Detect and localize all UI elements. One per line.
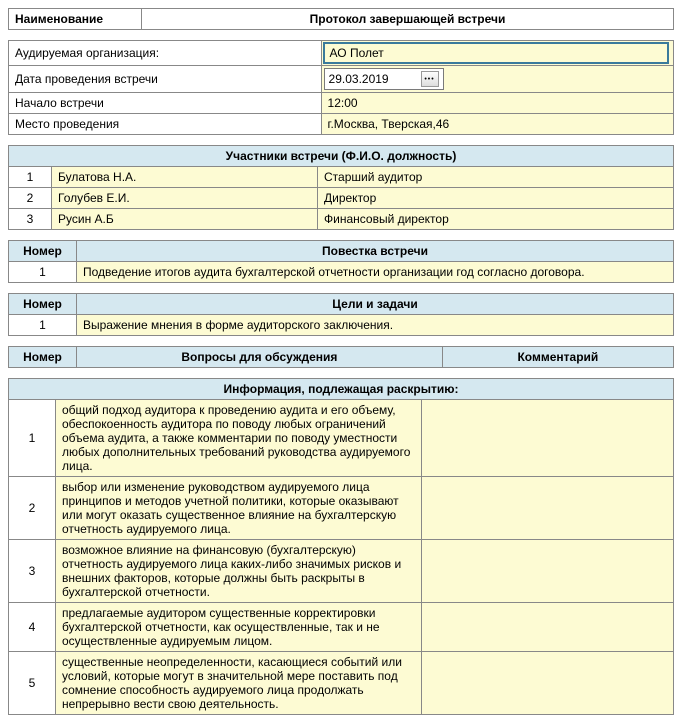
table-row: 2 Голубев Е.И. Директор [9, 188, 674, 209]
org-label: Аудируемая организация: [9, 41, 322, 66]
name-label: Наименование [9, 9, 142, 30]
discussion-num: 3 [9, 540, 56, 603]
participant-role[interactable]: Старший аудитор [318, 167, 674, 188]
discussion-question[interactable]: предлагаемые аудитором существенные корр… [56, 603, 422, 652]
date-input[interactable]: 29.03.2019 ••• [324, 68, 444, 90]
date-value: 29.03.2019 [329, 72, 421, 86]
place-value[interactable]: г.Москва, Тверская,46 [321, 114, 673, 135]
table-row: 3 возможное влияние на финансовую (бухга… [9, 540, 674, 603]
participant-name[interactable]: Булатова Н.А. [52, 167, 318, 188]
discussion-question[interactable]: выбор или изменение руководством аудируе… [56, 477, 422, 540]
table-row: 1 Булатова Н.А. Старший аудитор [9, 167, 674, 188]
discussion-question[interactable]: возможное влияние на финансовую (бухгалт… [56, 540, 422, 603]
discussion-comment[interactable] [421, 652, 673, 715]
participants-table: Участники встречи (Ф.И.О. должность) 1 Б… [8, 145, 674, 230]
participant-num: 1 [9, 167, 52, 188]
goals-num: 1 [9, 315, 77, 336]
agenda-num-header: Номер [9, 241, 77, 262]
discussion-header-table: Номер Вопросы для обсуждения Комментарий [8, 346, 674, 368]
agenda-table: Номер Повестка встречи 1 Подведение итог… [8, 240, 674, 283]
discussion-num: 1 [9, 400, 56, 477]
participant-name[interactable]: Русин А.Б [52, 209, 318, 230]
date-label: Дата проведения встречи [9, 66, 322, 93]
table-row: 3 Русин А.Б Финансовый директор [9, 209, 674, 230]
goals-title: Цели и задачи [77, 294, 674, 315]
table-row: 4 предлагаемые аудитором существенные ко… [9, 603, 674, 652]
participant-num: 3 [9, 209, 52, 230]
discussion-q-header: Вопросы для обсуждения [77, 347, 443, 368]
participant-role[interactable]: Директор [318, 188, 674, 209]
header-table: Наименование Протокол завершающей встреч… [8, 8, 674, 30]
discussion-comment[interactable] [421, 477, 673, 540]
info-table: Аудируемая организация: АО Полет Дата пр… [8, 40, 674, 135]
participant-num: 2 [9, 188, 52, 209]
table-row: 5 существенные неопределенности, касающи… [9, 652, 674, 715]
date-picker-button[interactable]: ••• [421, 71, 439, 87]
table-row: 1 Подведение итогов аудита бухгалтерской… [9, 262, 674, 283]
discussion-question[interactable]: существенные неопределенности, касающиес… [56, 652, 422, 715]
discussion-c-header: Комментарий [442, 347, 673, 368]
discussion-info-title: Информация, подлежащая раскрытию: [9, 379, 674, 400]
start-value[interactable]: 12:00 [321, 93, 673, 114]
agenda-text[interactable]: Подведение итогов аудита бухгалтерской о… [77, 262, 674, 283]
discussion-num: 5 [9, 652, 56, 715]
discussion-num-header: Номер [9, 347, 77, 368]
discussion-question[interactable]: общий подход аудитора к проведению аудит… [56, 400, 422, 477]
table-row: 2 выбор или изменение руководством аудир… [9, 477, 674, 540]
page-title: Протокол завершающей встречи [142, 9, 674, 30]
org-field[interactable]: АО Полет [323, 42, 669, 64]
participants-title: Участники встречи (Ф.И.О. должность) [9, 146, 674, 167]
discussion-comment[interactable] [421, 400, 673, 477]
discussion-info-table: Информация, подлежащая раскрытию: 1 общи… [8, 378, 674, 715]
goals-text[interactable]: Выражение мнения в форме аудиторского за… [77, 315, 674, 336]
agenda-num: 1 [9, 262, 77, 283]
table-row: 1 общий подход аудитора к проведению ауд… [9, 400, 674, 477]
table-row: 1 Выражение мнения в форме аудиторского … [9, 315, 674, 336]
participant-role[interactable]: Финансовый директор [318, 209, 674, 230]
place-label: Место проведения [9, 114, 322, 135]
agenda-title: Повестка встречи [77, 241, 674, 262]
goals-num-header: Номер [9, 294, 77, 315]
discussion-num: 2 [9, 477, 56, 540]
participant-name[interactable]: Голубев Е.И. [52, 188, 318, 209]
goals-table: Номер Цели и задачи 1 Выражение мнения в… [8, 293, 674, 336]
discussion-comment[interactable] [421, 540, 673, 603]
start-label: Начало встречи [9, 93, 322, 114]
discussion-num: 4 [9, 603, 56, 652]
discussion-comment[interactable] [421, 603, 673, 652]
